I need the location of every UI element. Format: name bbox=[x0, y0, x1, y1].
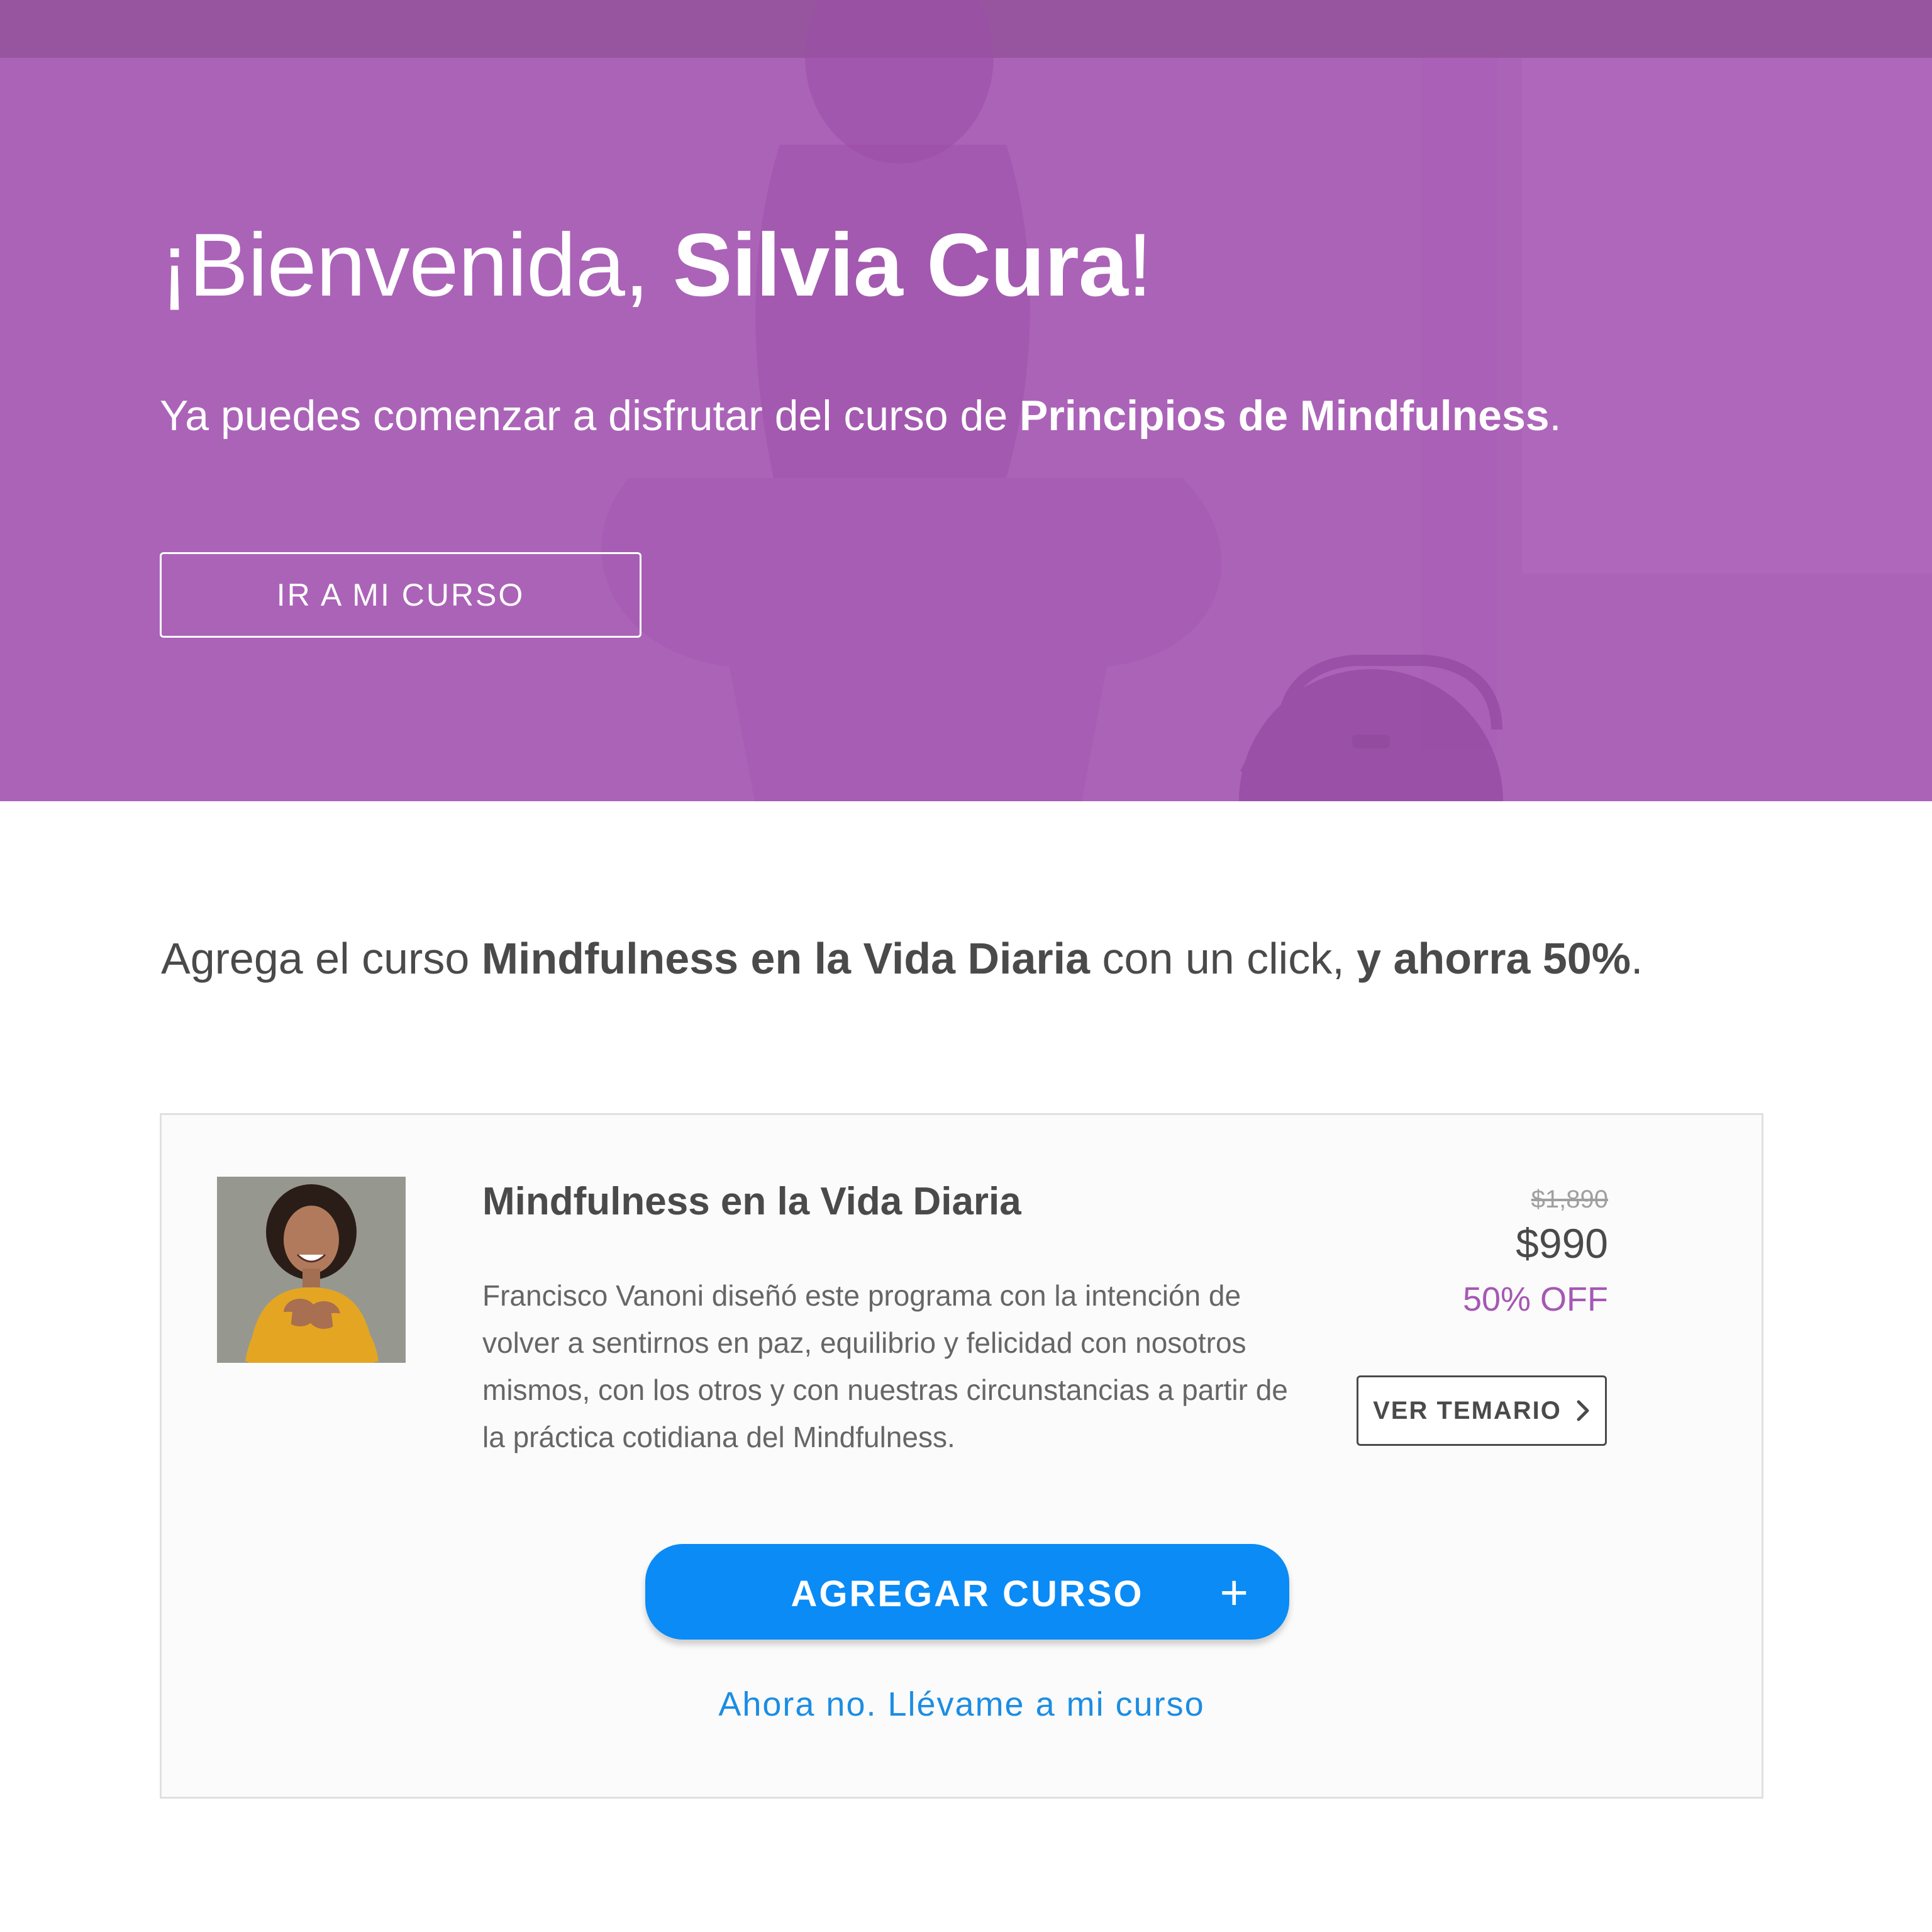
subtitle-suffix: . bbox=[1549, 392, 1562, 440]
plus-icon: + bbox=[1219, 1565, 1250, 1620]
view-syllabus-label: VER TEMARIO bbox=[1373, 1396, 1562, 1424]
subtitle-prefix: Ya puedes comenzar a disfrutar del curso… bbox=[160, 392, 1020, 440]
discounted-price: $990 bbox=[1516, 1220, 1608, 1267]
promo-suffix: . bbox=[1630, 934, 1643, 983]
skip-to-course-link[interactable]: Ahora no. Llévame a mi curso bbox=[162, 1685, 1762, 1724]
upsell-message: Agrega el curso Mindfulness en la Vida D… bbox=[161, 933, 1859, 984]
course-offer-card: Mindfulness en la Vida Diaria Francisco … bbox=[160, 1113, 1763, 1799]
promo-prefix: Agrega el curso bbox=[161, 934, 482, 983]
offer-course-title: Mindfulness en la Vida Diaria bbox=[482, 1180, 1021, 1223]
add-course-label: AGREGAR CURSO bbox=[791, 1574, 1144, 1614]
promo-course-name: Mindfulness en la Vida Diaria bbox=[481, 934, 1091, 983]
promo-highlight: y ahorra 50% bbox=[1357, 934, 1631, 983]
view-syllabus-button[interactable]: VER TEMARIO bbox=[1357, 1375, 1607, 1446]
chevron-right-icon bbox=[1577, 1400, 1589, 1421]
course-thumbnail bbox=[217, 1177, 406, 1363]
welcome-subtitle: Ya puedes comenzar a disfrutar del curso… bbox=[160, 391, 1858, 440]
discount-badge: 50% OFF bbox=[1462, 1280, 1608, 1318]
original-price: $1,890 bbox=[1531, 1185, 1608, 1213]
hero-banner: ¡Bienvenida, Silvia Cura! Ya puedes come… bbox=[0, 0, 1932, 801]
welcome-heading: ¡Bienvenida, Silvia Cura! bbox=[160, 214, 1858, 317]
go-to-course-button[interactable]: IR A MI CURSO bbox=[160, 552, 641, 638]
add-course-button[interactable]: AGREGAR CURSO + bbox=[645, 1544, 1289, 1640]
offer-course-description: Francisco Vanoni diseñó este programa co… bbox=[482, 1279, 1288, 1453]
smiling-woman-image bbox=[217, 1177, 406, 1363]
enrolled-course-name: Principios de Mindfulness bbox=[1019, 392, 1550, 440]
greeting-suffix: ! bbox=[1127, 215, 1152, 315]
user-name: Silvia Cura bbox=[672, 215, 1128, 315]
greeting-prefix: ¡Bienvenida, bbox=[160, 215, 673, 315]
promo-middle: con un click, bbox=[1090, 934, 1357, 983]
